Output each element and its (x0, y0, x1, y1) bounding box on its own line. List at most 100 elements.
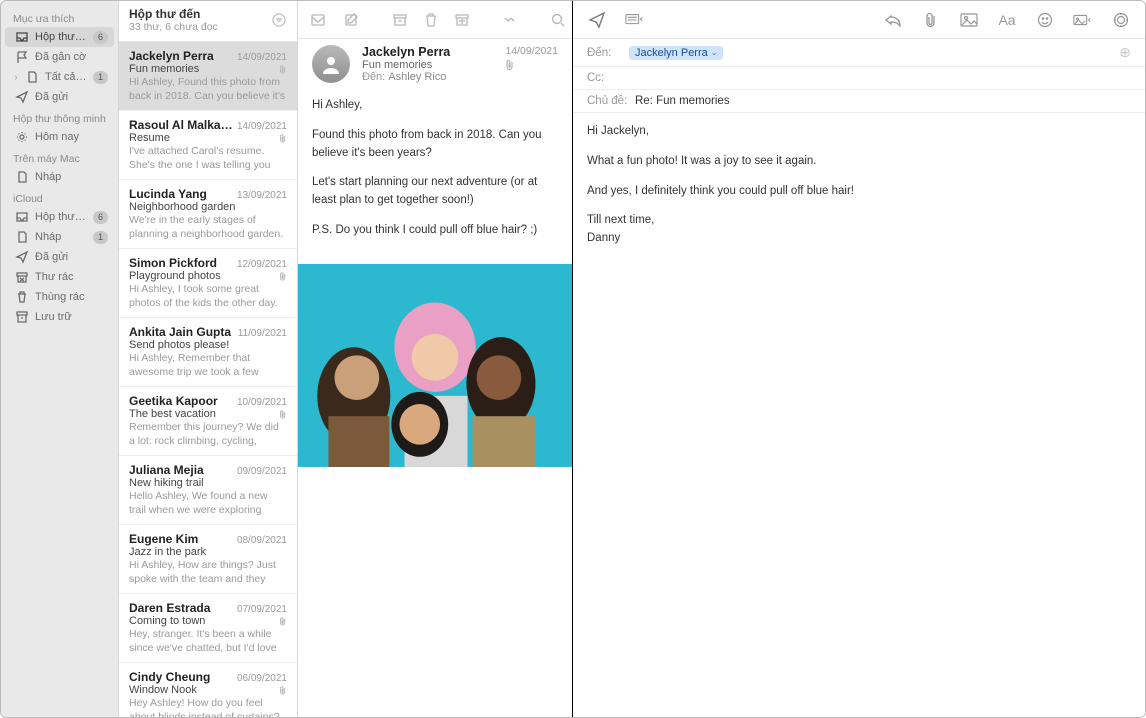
sidebar-item[interactable]: Hộp thư đến6 (5, 27, 114, 47)
attachment-icon (279, 64, 287, 75)
message-date: 10/09/2021 (237, 397, 287, 408)
message-subject: Window Nook (129, 684, 275, 696)
reader-sender: Jackelyn Perra (362, 45, 493, 59)
filter-icon[interactable] (271, 12, 287, 28)
reader-date: 14/09/2021 (505, 45, 558, 57)
message-date: 14/09/2021 (237, 52, 287, 63)
doc-icon (15, 170, 29, 184)
sidebar-item[interactable]: Đã gửi (5, 247, 114, 267)
message-subject: Coming to town (129, 615, 275, 627)
sidebar-item[interactable]: Thùng rác (5, 287, 114, 307)
sidebar-item[interactable]: Hộp thư …6 (5, 207, 114, 227)
count-badge: 1 (93, 231, 108, 244)
junk-icon[interactable] (454, 10, 470, 30)
compose-paragraph: And yes, I definitely think you could pu… (587, 183, 1131, 201)
delete-icon[interactable] (424, 10, 438, 30)
format-icon[interactable]: Aa (997, 10, 1017, 30)
message-date: 06/09/2021 (237, 673, 287, 684)
chevron-right-icon: › (13, 72, 19, 82)
archive-icon (15, 310, 29, 324)
reader-paragraph: P.S. Do you think I could pull off blue … (312, 222, 558, 240)
message-sender: Eugene Kim (129, 532, 233, 546)
sidebar-item-label: Thùng rác (35, 291, 85, 303)
reader-pane: Jackelyn Perra Fun memories Đến: Ashley … (298, 1, 573, 717)
cc-field[interactable]: Cc: (573, 67, 1145, 90)
sidebar-item-label: Nháp (35, 171, 61, 183)
photo-icon[interactable] (959, 10, 979, 30)
message-item[interactable]: Cindy Cheung06/09/2021Window NookHey Ash… (119, 663, 297, 717)
search-icon[interactable] (550, 10, 566, 30)
media-dropdown-icon[interactable] (1073, 10, 1093, 30)
inbox-icon (15, 30, 29, 44)
sidebar-item[interactable]: Đã gửi (5, 87, 114, 107)
sidebar-item-label: Hộp thư … (35, 211, 87, 223)
message-item[interactable]: Simon Pickford12/09/2021Playground photo… (119, 249, 297, 318)
markup-icon[interactable] (1111, 10, 1131, 30)
inbox-icon (15, 210, 29, 224)
compose-icon[interactable] (344, 10, 360, 30)
message-subject: Jazz in the park (129, 546, 287, 558)
message-preview: Remember this journey? We did a lot: roc… (129, 420, 287, 447)
message-sender: Ankita Jain Gupta (129, 325, 234, 339)
message-subject: New hiking trail (129, 477, 287, 489)
message-sender: Simon Pickford (129, 256, 233, 270)
reader-paragraph: Let's start planning our next adventure … (312, 174, 558, 210)
sidebar-section-title: Mục ưa thích (1, 7, 118, 27)
message-item[interactable]: Eugene Kim08/09/2021Jazz in the parkHi A… (119, 525, 297, 594)
add-recipient-icon[interactable]: ⊕ (1119, 44, 1131, 61)
attachment-icon (279, 685, 287, 696)
sidebar-item-label: Hôm nay (35, 131, 79, 143)
message-preview: Hi Ashley, I took some great photos of t… (129, 282, 287, 309)
compose-paragraph: Till next time, Danny (587, 212, 1131, 248)
message-item[interactable]: Geetika Kapoor10/09/2021The best vacatio… (119, 387, 297, 456)
more-icon[interactable] (502, 10, 518, 30)
header-fields-icon[interactable] (625, 10, 645, 30)
message-item[interactable]: Rasoul Al Malkawi14/09/2021ResumeI've at… (119, 111, 297, 180)
message-subject: Send photos please! (129, 339, 287, 351)
count-badge: 1 (93, 71, 108, 84)
email-photo (298, 264, 572, 467)
message-list[interactable]: Jackelyn Perra14/09/2021Fun memoriesHi A… (119, 42, 297, 717)
message-item[interactable]: Lucinda Yang13/09/2021Neighborhood garde… (119, 180, 297, 249)
sidebar-item-label: Đã gắn cờ (35, 51, 86, 63)
message-sender: Lucinda Yang (129, 187, 233, 201)
sidebar-item[interactable]: Hôm nay (5, 127, 114, 147)
compose-toolbar: Aa (573, 1, 1145, 39)
reply-arrow-icon[interactable] (883, 10, 903, 30)
message-date: 11/09/2021 (238, 328, 287, 339)
to-field[interactable]: Đến: Jackelyn Perra⌄ ⊕ (573, 39, 1145, 67)
message-preview: Hey, stranger. It's been a while since w… (129, 627, 287, 654)
attach-icon[interactable] (921, 10, 941, 30)
sidebar-item-label: Thư rác (35, 271, 74, 283)
reply-icon[interactable] (310, 10, 328, 30)
sidebar-item-label: Lưu trữ (35, 311, 72, 323)
sidebar-item[interactable]: Đã gắn cờ (5, 47, 114, 67)
archive-icon[interactable] (392, 10, 408, 30)
sidebar-section-title: Trên máy Mac (1, 147, 118, 167)
sidebar-item[interactable]: Thư rác (5, 267, 114, 287)
gear-icon (15, 130, 29, 144)
sidebar-item[interactable]: Nháp1 (5, 227, 114, 247)
sidebar-item[interactable]: Lưu trữ (5, 307, 114, 327)
avatar (312, 45, 350, 83)
emoji-icon[interactable] (1035, 10, 1055, 30)
message-item[interactable]: Juliana Mejia09/09/2021New hiking trailH… (119, 456, 297, 525)
message-date: 08/09/2021 (237, 535, 287, 546)
recipient-pill[interactable]: Jackelyn Perra⌄ (629, 46, 723, 60)
send-icon[interactable] (587, 10, 607, 30)
sidebar-item[interactable]: › Tất cả thư n… 1 (5, 67, 114, 87)
compose-body[interactable]: Hi Jackelyn,What a fun photo! It was a j… (573, 113, 1145, 270)
attachment-icon (279, 616, 287, 627)
message-item[interactable]: Ankita Jain Gupta 11/09/2021Send photos p… (119, 318, 297, 387)
sidebar-item-label: Tất cả thư n… (45, 71, 87, 83)
sidebar-item[interactable]: Nháp (5, 167, 114, 187)
subject-field[interactable]: Chủ đề: Re: Fun memories (573, 90, 1145, 113)
reader-recipient: Đến: Ashley Rico (362, 71, 493, 83)
message-sender: Juliana Mejia (129, 463, 233, 477)
inbox-title: Hộp thư đến (129, 7, 218, 21)
message-item[interactable]: Daren Estrada07/09/2021Coming to townHey… (119, 594, 297, 663)
message-preview: Hi Ashley, Found this photo from back in… (129, 75, 287, 102)
message-date: 07/09/2021 (237, 604, 287, 615)
doc-icon (15, 230, 29, 244)
message-item[interactable]: Jackelyn Perra14/09/2021Fun memoriesHi A… (119, 42, 297, 111)
